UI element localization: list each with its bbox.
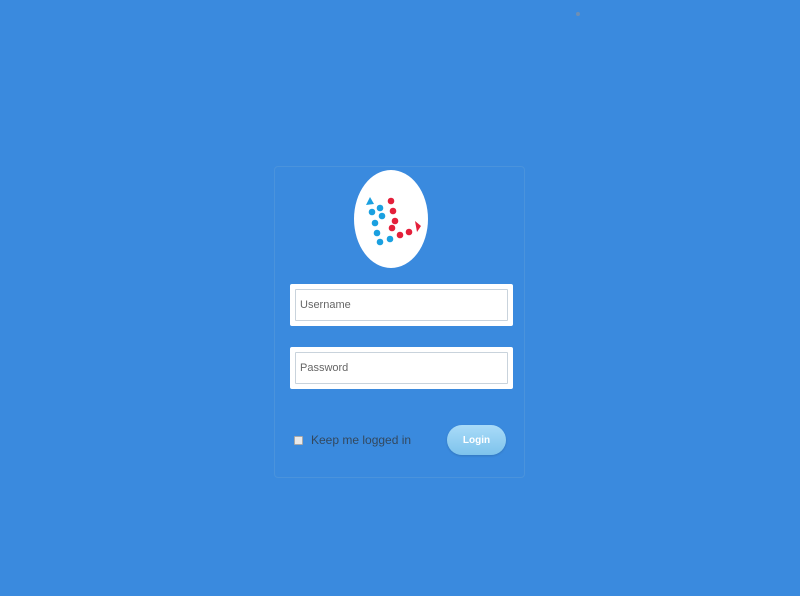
keep-logged-in-label: Keep me logged in xyxy=(311,433,412,447)
login-button[interactable]: Login xyxy=(447,425,506,455)
username-input[interactable] xyxy=(295,289,508,321)
password-input[interactable] xyxy=(295,352,508,384)
password-field-wrapper xyxy=(290,347,513,389)
keep-logged-in-option: Keep me logged in xyxy=(294,431,411,449)
username-field-wrapper xyxy=(290,284,513,326)
app-logo xyxy=(354,170,428,268)
corner-dot xyxy=(576,12,580,16)
dotted-arrows-logo-icon xyxy=(366,197,421,246)
login-panel: Keep me logged in Login xyxy=(274,166,525,478)
keep-logged-in-checkbox[interactable] xyxy=(294,435,303,445)
